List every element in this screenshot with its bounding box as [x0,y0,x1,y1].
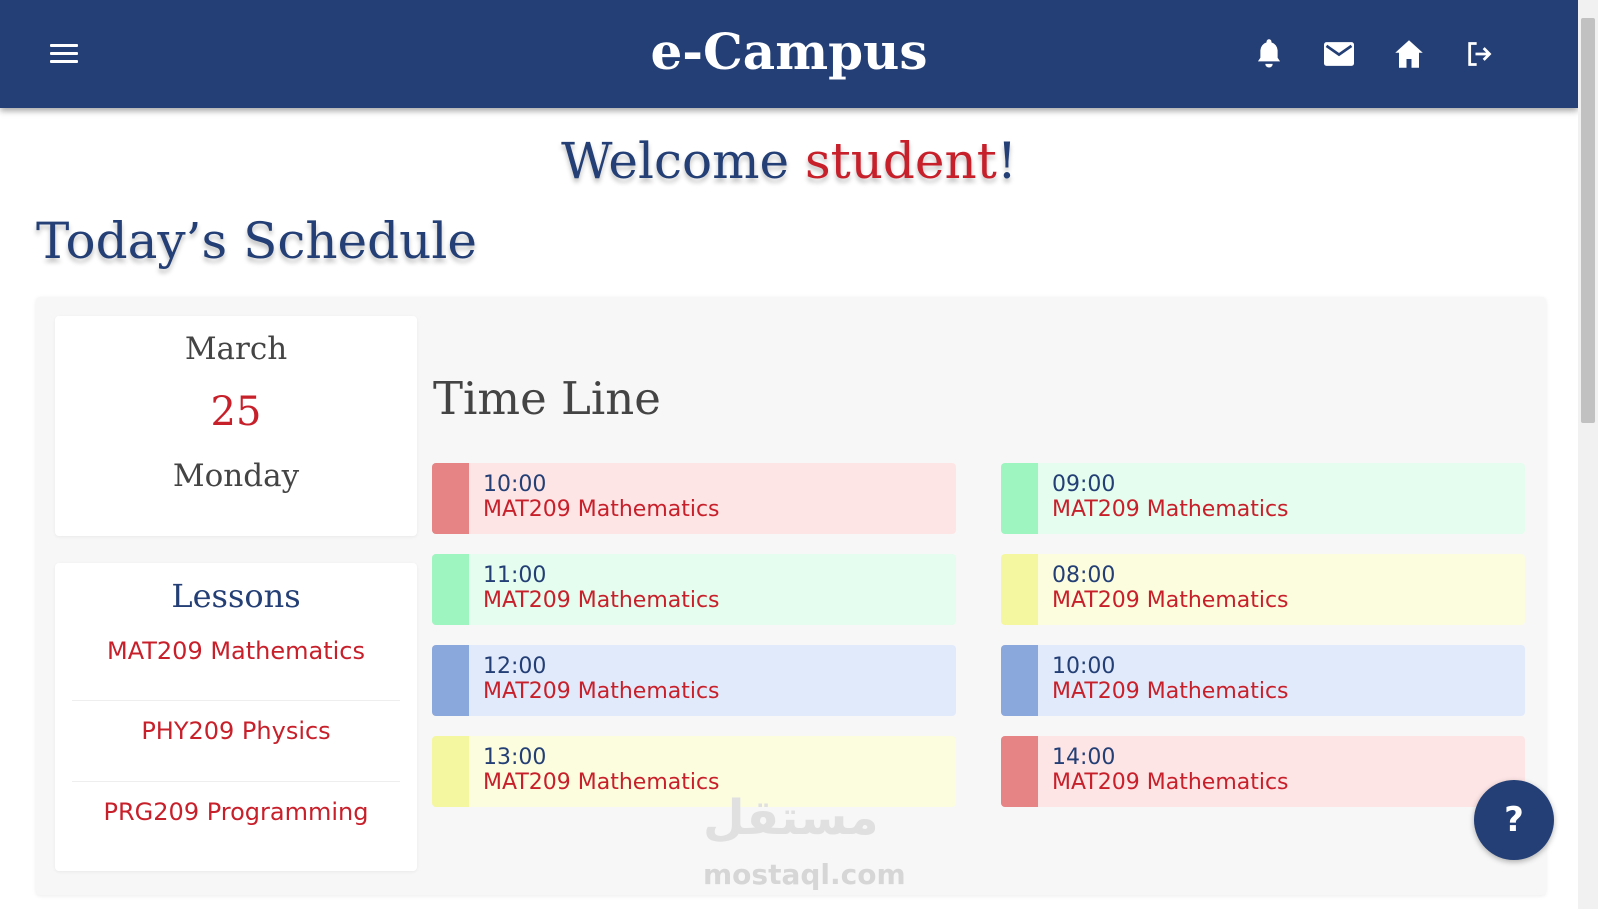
timeline-color-bar [432,463,469,534]
timeline-time: 10:00 [483,472,547,497]
timeline-time: 08:00 [1052,563,1116,588]
timeline-subject: MAT209 Mathematics [1052,770,1289,795]
timeline-item[interactable]: 14:00 MAT209 Mathematics [1001,736,1525,807]
timeline-subject: MAT209 Mathematics [483,679,720,704]
timeline-time: 09:00 [1052,472,1116,497]
timeline-time: 13:00 [483,745,547,770]
timeline-subject: MAT209 Mathematics [1052,497,1289,522]
lesson-item[interactable]: MAT209 Mathematics [72,637,400,665]
lessons-title: Lessons [171,577,301,615]
welcome-heading: Welcome student! [561,132,1017,190]
schedule-title: Today’s Schedule [36,212,477,270]
watermark-url: mostaql.com [703,858,906,891]
timeline-title: Time Line [433,372,661,425]
date-weekday: Monday [172,458,300,494]
timeline-color-bar [1001,736,1038,807]
timeline-subject: MAT209 Mathematics [1052,588,1289,613]
home-icon[interactable] [1392,37,1426,71]
timeline-color-bar [1001,645,1038,716]
timeline-item[interactable]: 09:00 MAT209 Mathematics [1001,463,1525,534]
timeline-subject: MAT209 Mathematics [483,588,720,613]
timeline-color-bar [432,736,469,807]
timeline-item[interactable]: 08:00 MAT209 Mathematics [1001,554,1525,625]
timeline-time: 14:00 [1052,745,1116,770]
date-card: March 25 Monday [55,316,417,536]
timeline-item[interactable]: 10:00 MAT209 Mathematics [432,463,956,534]
scrollbar-thumb[interactable] [1581,18,1595,423]
bell-icon[interactable] [1252,37,1286,71]
logout-icon[interactable] [1462,37,1496,71]
timeline-color-bar [432,645,469,716]
timeline-item[interactable]: 10:00 MAT209 Mathematics [1001,645,1525,716]
timeline-time: 11:00 [483,563,547,588]
timeline-color-bar [432,554,469,625]
page-scrollbar[interactable] [1578,0,1598,909]
date-day: 25 [210,389,262,435]
timeline-time: 10:00 [1052,654,1116,679]
timeline-color-bar [1001,554,1038,625]
timeline-subject: MAT209 Mathematics [1052,679,1289,704]
mail-icon[interactable] [1322,37,1356,71]
timeline-subject: MAT209 Mathematics [483,497,720,522]
top-navbar: e-Campus [0,0,1578,108]
timeline-color-bar [1001,463,1038,534]
lesson-divider [72,700,400,701]
timeline-subject: MAT209 Mathematics [483,770,720,795]
lesson-divider [72,781,400,782]
timeline-time: 12:00 [483,654,547,679]
lesson-item[interactable]: PHY209 Physics [72,717,400,745]
timeline-item[interactable]: 11:00 MAT209 Mathematics [432,554,956,625]
timeline-item[interactable]: 12:00 MAT209 Mathematics [432,645,956,716]
watermark-logo: مستقل [703,790,879,846]
lesson-item[interactable]: PRG209 Programming [72,798,400,826]
help-button[interactable]: ? [1474,780,1554,860]
lessons-card: Lessons MAT209 Mathematics PHY209 Physic… [55,563,417,871]
date-month: March [184,331,288,367]
welcome-username: student [804,132,997,190]
